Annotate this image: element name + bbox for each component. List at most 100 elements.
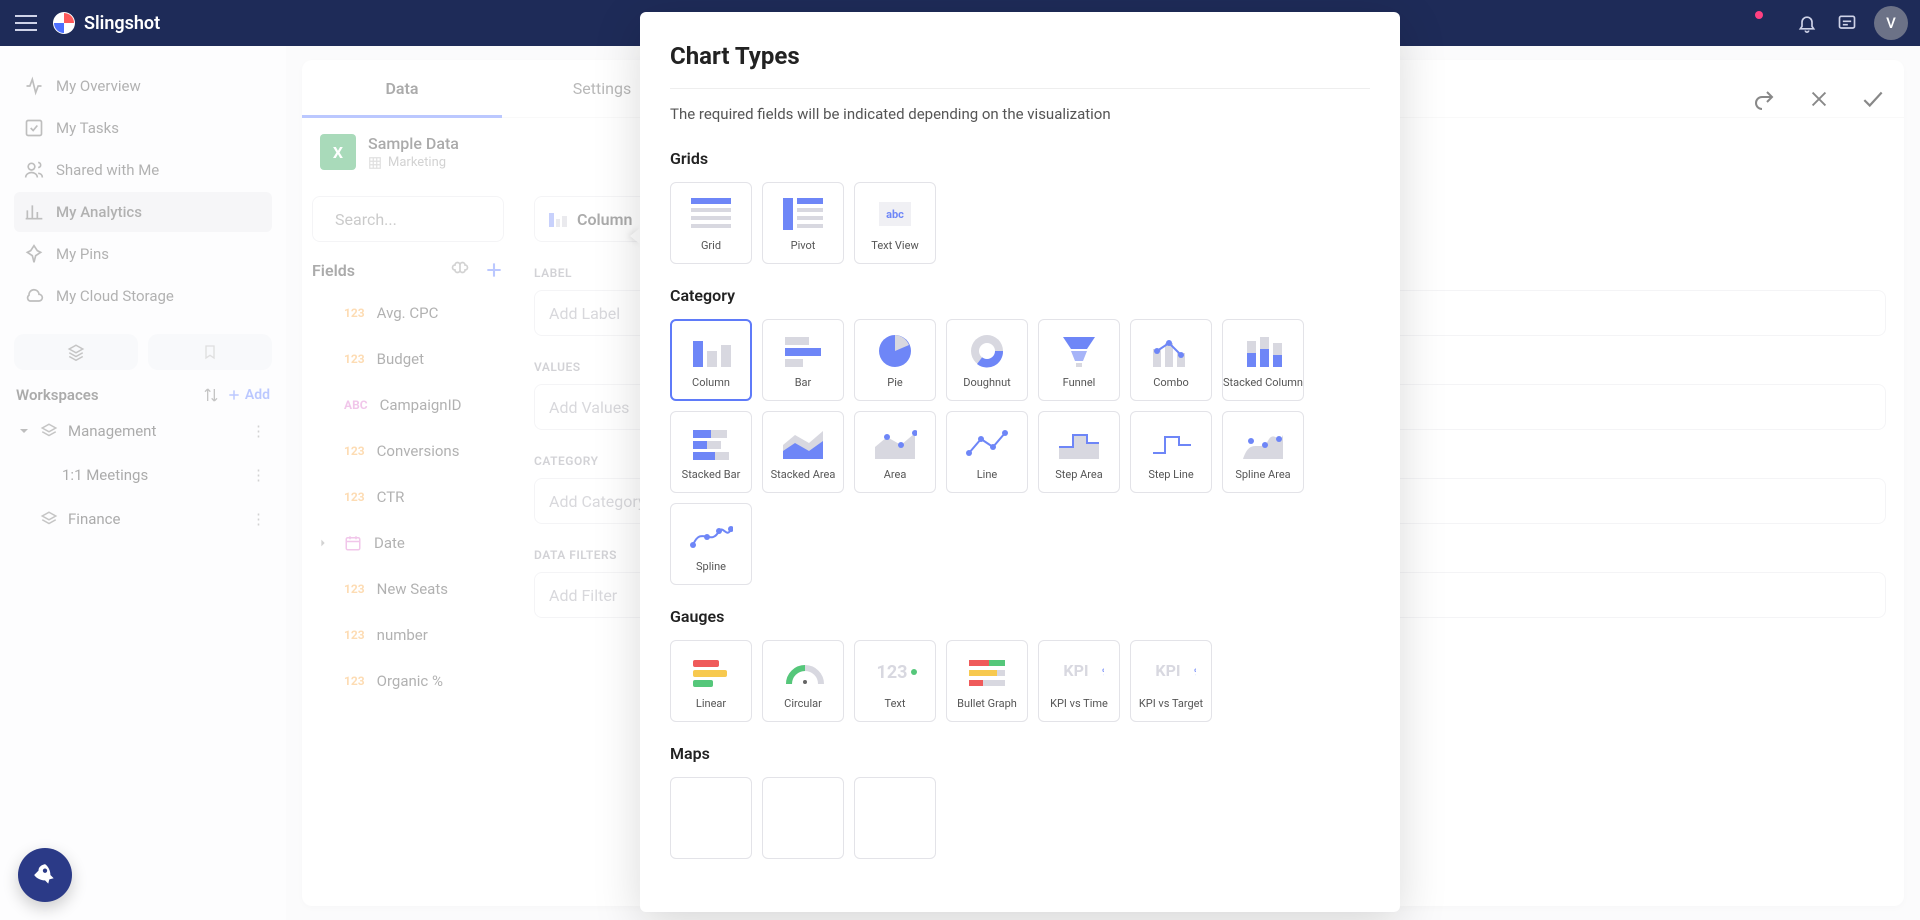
column-icon: [686, 331, 736, 371]
logo-icon: [52, 11, 76, 35]
chart-type-option[interactable]: Stacked Bar: [670, 411, 752, 493]
chart-type-option[interactable]: Bar: [762, 319, 844, 401]
chart-type-option[interactable]: [854, 777, 936, 859]
chart-type-label: Step Area: [1055, 469, 1103, 481]
bar-icon: [778, 331, 828, 371]
svg-text:KPI: KPI: [1155, 661, 1180, 680]
rocket-fab[interactable]: [18, 848, 72, 902]
textview-icon: abc: [870, 194, 920, 234]
modal-scroll[interactable]: GridsGridPivotabcText ViewCategoryColumn…: [670, 145, 1370, 885]
chart-type-option[interactable]: [670, 777, 752, 859]
app-logo[interactable]: Slingshot: [52, 11, 160, 35]
chart-type-option[interactable]: Step Line: [1130, 411, 1212, 493]
chart-type-option[interactable]: Circular: [762, 640, 844, 722]
app-name: Slingshot: [84, 13, 160, 34]
avatar[interactable]: V: [1874, 6, 1908, 40]
chart-type-option[interactable]: Area: [854, 411, 936, 493]
chart-type-label: Step Line: [1148, 469, 1193, 481]
chart-type-option[interactable]: Spline Area: [1222, 411, 1304, 493]
spline-icon: [686, 515, 736, 555]
bullet-icon: [962, 652, 1012, 692]
chart-type-label: Column: [692, 377, 730, 389]
chart-type-label: Combo: [1153, 377, 1189, 389]
linear-icon: [686, 652, 736, 692]
chart-type-option[interactable]: Linear: [670, 640, 752, 722]
svg-text:123: 123: [877, 662, 908, 683]
svg-text:abc: abc: [886, 208, 904, 221]
combo-icon: [1146, 331, 1196, 371]
chart-type-label: Bullet Graph: [957, 698, 1017, 710]
modal-group-title: Gauges: [670, 607, 1364, 626]
chart-type-option[interactable]: Column: [670, 319, 752, 401]
chart-type-option[interactable]: Line: [946, 411, 1028, 493]
chart-type-option[interactable]: Stacked Column: [1222, 319, 1304, 401]
circular-icon: [778, 652, 828, 692]
kpitarget-icon: KPI%: [1146, 652, 1196, 692]
chat-icon[interactable]: [1830, 6, 1864, 40]
textgauge-icon: 123: [870, 652, 920, 692]
chart-type-label: KPI vs Target: [1139, 698, 1203, 710]
chart-type-label: Stacked Column: [1223, 377, 1303, 389]
chart-type-option[interactable]: 123 Text: [854, 640, 936, 722]
splinearea-icon: [1238, 423, 1288, 463]
chart-type-option[interactable]: Doughnut: [946, 319, 1028, 401]
modal-group-grid: Column Bar Pie Doughnut Funnel Combo Stacked C…: [670, 319, 1364, 585]
chart-type-option[interactable]: [762, 777, 844, 859]
chart-type-option[interactable]: KPI% KPI vs Time: [1038, 640, 1120, 722]
close-icon[interactable]: [1806, 86, 1832, 112]
hamburger-icon[interactable]: [12, 9, 40, 37]
line-icon: [962, 423, 1012, 463]
modal-pointer: [630, 228, 640, 244]
chart-type-label: Text View: [871, 240, 918, 252]
stepline-icon: [1146, 423, 1196, 463]
chart-type-option[interactable]: Funnel: [1038, 319, 1120, 401]
stackedarea-icon: [778, 423, 828, 463]
modal-group-grid: LinearCircular123TextBullet GraphKPI%KPI…: [670, 640, 1364, 722]
chart-type-label: Grid: [701, 240, 721, 252]
check-icon[interactable]: [1860, 86, 1886, 112]
editor-actions: [1752, 86, 1886, 112]
chart-type-label: Spline: [696, 561, 726, 573]
modal-subtitle: The required fields will be indicated de…: [670, 105, 1370, 123]
bell-icon[interactable]: [1790, 6, 1824, 40]
notification-badge[interactable]: [1750, 6, 1784, 40]
svg-text:KPI: KPI: [1063, 661, 1088, 680]
chart-type-option[interactable]: Step Area: [1038, 411, 1120, 493]
svg-text:%: %: [1102, 668, 1104, 679]
chart-type-option[interactable]: Combo: [1130, 319, 1212, 401]
stackedcol-icon: [1238, 331, 1288, 371]
grid-icon: [686, 194, 736, 234]
chart-type-label: Circular: [784, 698, 822, 710]
chart-type-option[interactable]: Spline: [670, 503, 752, 585]
steparea-icon: [1054, 423, 1104, 463]
pie-icon: [870, 331, 920, 371]
redo-icon[interactable]: [1752, 86, 1778, 112]
chart-type-label: KPI vs Time: [1050, 698, 1108, 710]
chart-type-label: Doughnut: [963, 377, 1011, 389]
chart-type-label: Line: [977, 469, 998, 481]
blank-icon: [686, 795, 736, 835]
chart-type-label: Pie: [887, 377, 902, 389]
chart-type-label: Pivot: [791, 240, 816, 252]
chart-type-option[interactable]: Pivot: [762, 182, 844, 264]
kpitime-icon: KPI%: [1054, 652, 1104, 692]
chart-type-option[interactable]: Stacked Area: [762, 411, 844, 493]
pivot-icon: [778, 194, 828, 234]
chart-type-label: Stacked Bar: [682, 469, 741, 481]
stackedbar-icon: [686, 423, 736, 463]
chart-type-label: Linear: [696, 698, 726, 710]
funnel-icon: [1054, 331, 1104, 371]
chart-type-option[interactable]: KPI% KPI vs Target: [1130, 640, 1212, 722]
blank-icon: [778, 795, 828, 835]
chart-type-label: Bar: [795, 377, 812, 389]
chart-type-label: Stacked Area: [771, 469, 836, 481]
chart-types-modal: Chart Types The required fields will be …: [640, 12, 1400, 912]
chart-type-option[interactable]: Pie: [854, 319, 936, 401]
chart-type-option[interactable]: Bullet Graph: [946, 640, 1028, 722]
chart-type-option[interactable]: Grid: [670, 182, 752, 264]
modal-group-title: Maps: [670, 744, 1364, 763]
modal-title: Chart Types: [670, 42, 1370, 70]
chart-type-option[interactable]: abc Text View: [854, 182, 936, 264]
chart-type-label: Text: [885, 698, 906, 710]
modal-group-grid: [670, 777, 1364, 859]
